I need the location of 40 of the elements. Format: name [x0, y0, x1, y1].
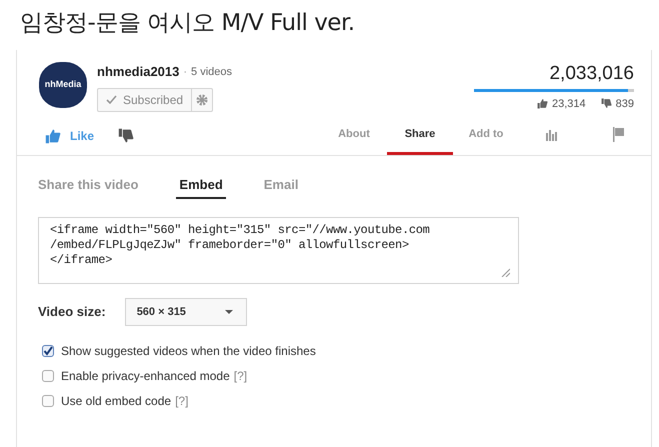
- channel-logo[interactable]: nhMedia: [39, 62, 87, 108]
- subtab[interactable]: Embed: [176, 172, 226, 199]
- embed-code-field[interactable]: <iframe width="560" height="315" src="//www.youtube.com /embed/FLPLgJqeZJw" frameborder="0" allowfullscreen> </iframe>: [38, 217, 519, 284]
- subtab[interactable]: Share this video: [38, 172, 138, 199]
- subtab[interactable]: Email: [264, 172, 298, 199]
- code-line: /embed/FLPLgJqeZJw" frameborder="0" allowfullscreen>: [50, 238, 409, 253]
- option-label: Use old embed code: [61, 393, 172, 410]
- checkmark-icon: [43, 346, 53, 356]
- resize-handle-icon: [501, 268, 510, 277]
- help-link[interactable]: [?]: [175, 392, 188, 410]
- thumbs-up-icon: [45, 128, 61, 144]
- video-size-label: Video size:: [38, 303, 106, 322]
- separator-dot: ·: [183, 64, 188, 80]
- flag-icon: [612, 126, 624, 142]
- video-size-dropdown[interactable]: 560 × 315: [124, 298, 247, 326]
- video-count[interactable]: 5 videos: [191, 64, 232, 80]
- checkbox[interactable]: [42, 345, 54, 357]
- checkbox[interactable]: [42, 370, 54, 382]
- checkbox[interactable]: [42, 395, 54, 407]
- tab[interactable]: Add to: [453, 116, 519, 155]
- tab[interactable]: Share: [387, 116, 453, 155]
- help-link[interactable]: [?]: [234, 367, 248, 385]
- like-count: 23,314: [552, 96, 586, 112]
- view-count: 2,033,016: [549, 62, 634, 86]
- thumbs-up-icon: [536, 98, 548, 110]
- bar-chart-icon: [545, 127, 559, 141]
- like-button[interactable]: Like: [45, 116, 94, 155]
- gear-icon: [196, 94, 208, 106]
- checkmark-icon: [106, 95, 117, 104]
- tab[interactable]: About: [321, 116, 387, 155]
- option-label: Show suggested videos when the video finishes: [61, 343, 316, 360]
- video-title: 임창정-문을 여시오 M/V Full ver.: [20, 9, 355, 37]
- code-line: </iframe>: [50, 253, 112, 268]
- code-line: <iframe width="560" height="315" src="//www.youtube.com: [50, 223, 430, 238]
- option-label: Enable privacy-enhanced mode: [61, 368, 230, 385]
- thumbs-down-icon: [118, 128, 134, 144]
- thumbs-down-icon: [600, 98, 612, 110]
- channel-name[interactable]: nhmedia2013: [97, 62, 180, 82]
- caret-icon: [224, 310, 233, 314]
- dislike-count: 839: [616, 96, 634, 112]
